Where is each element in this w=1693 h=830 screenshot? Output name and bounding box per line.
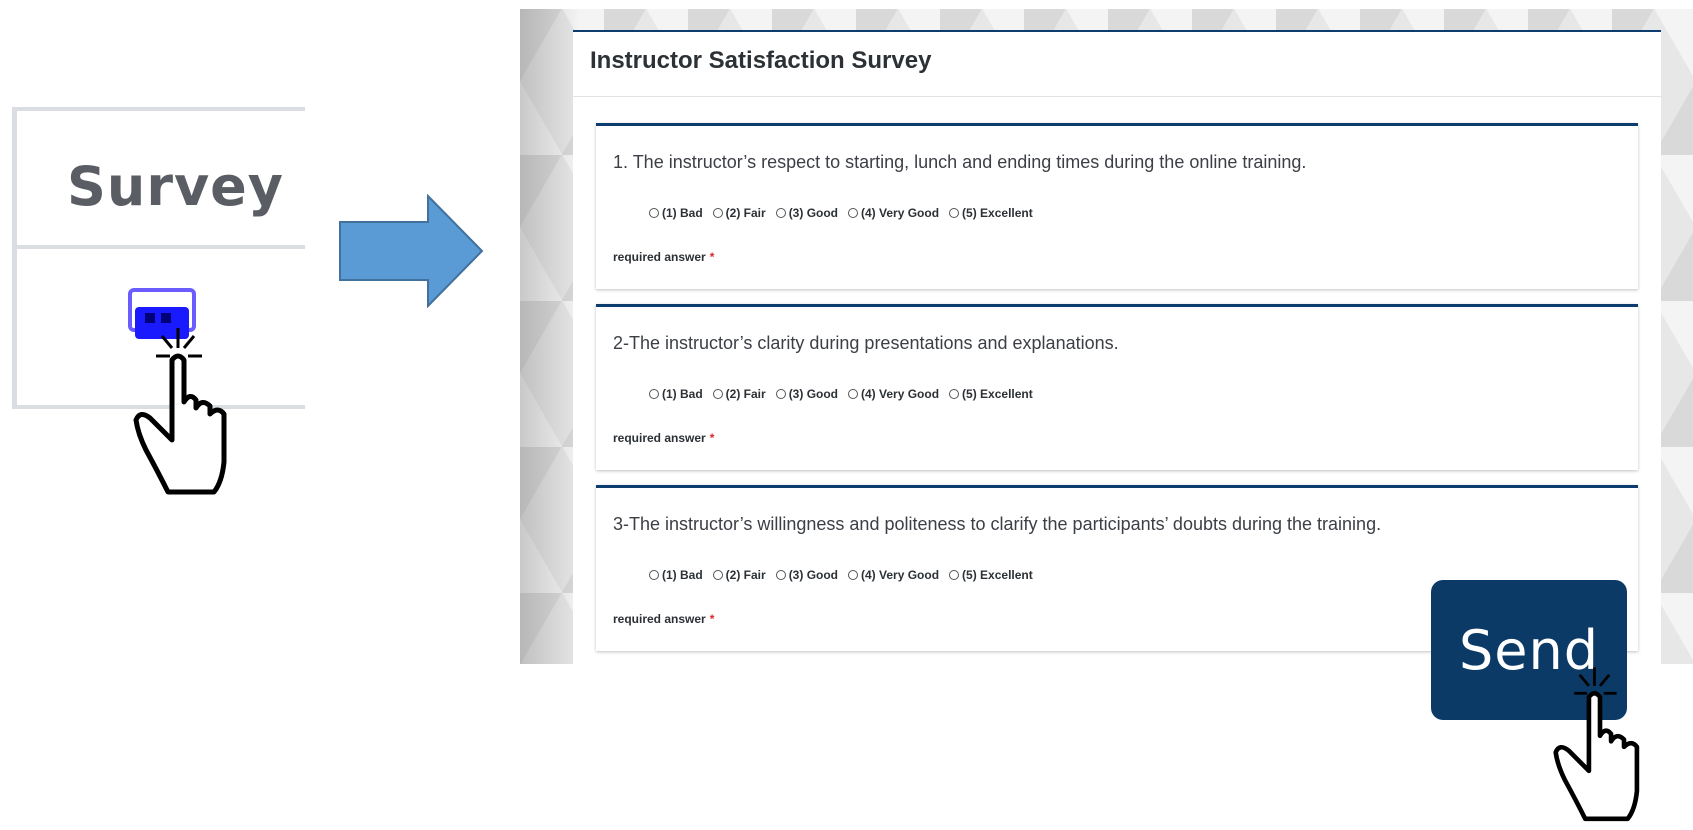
option-label: (4) Very Good [861,568,940,582]
radio-button[interactable] [848,570,859,580]
radio-button[interactable] [848,389,859,399]
rating-option[interactable]: (5) Excellent [949,568,1033,582]
rating-option[interactable]: (4) Very Good [848,387,939,401]
survey-panel: Instructor Satisfaction Survey 1. The in… [573,30,1661,664]
option-label: (1) Bad [662,387,703,401]
option-label: (2) Fair [725,387,766,401]
radio-button[interactable] [848,208,859,218]
rating-option[interactable]: (1) Bad [649,206,703,220]
rating-option[interactable]: (1) Bad [649,387,703,401]
question-card: 2-The instructor’s clarity during presen… [596,304,1638,470]
cell-middle-border [17,245,305,249]
radio-button[interactable] [649,208,659,218]
option-label: (5) Excellent [962,387,1033,401]
required-note: required answer * [613,250,714,264]
rating-option[interactable]: (2) Fair [712,387,766,401]
option-label: (4) Very Good [861,206,940,220]
option-label: (3) Good [788,206,839,220]
survey-title: Instructor Satisfaction Survey [590,47,932,74]
radio-button[interactable] [649,389,659,399]
radio-button[interactable] [775,570,786,580]
option-label: (1) Bad [662,568,703,582]
required-star: * [709,250,715,264]
required-label: required answer [613,431,706,445]
radio-button[interactable] [775,389,786,399]
question-text: 1. The instructor’s respect to starting,… [613,152,1307,172]
question-card: 1. The instructor’s respect to starting,… [596,123,1638,289]
option-label: (2) Fair [725,206,766,220]
rating-option[interactable]: (5) Excellent [949,206,1033,220]
survey-column-header: Survey [67,155,284,218]
rating-option[interactable]: (2) Fair [712,206,766,220]
rating-options: (1) Bad (2) Fair (3) Good (4) Very Good … [649,387,1033,401]
radio-button[interactable] [712,389,723,399]
rating-option[interactable]: (2) Fair [712,568,766,582]
question-text: 3-The instructor’s willingness and polit… [613,514,1382,534]
rating-option[interactable]: (4) Very Good [848,206,939,220]
option-label: (5) Excellent [962,206,1033,220]
pointer-hand-icon [133,328,227,495]
rating-option[interactable]: (4) Very Good [848,568,939,582]
option-label: (2) Fair [725,568,766,582]
rating-option[interactable]: (5) Excellent [949,387,1033,401]
pointer-hand-icon [1553,667,1640,822]
option-label: (1) Bad [662,206,703,220]
rating-options: (1) Bad (2) Fair (3) Good (4) Very Good … [649,568,1033,582]
option-label: (5) Excellent [962,568,1033,582]
option-label: (3) Good [788,387,839,401]
right-arrow-icon [339,194,484,308]
required-note: required answer * [613,431,714,445]
radio-button[interactable] [949,389,960,399]
required-label: required answer [613,250,706,264]
rating-option[interactable]: (3) Good [775,206,839,220]
radio-button[interactable] [775,208,786,218]
question-text: 2-The instructor’s clarity during presen… [613,333,1119,353]
rating-options: (1) Bad (2) Fair (3) Good (4) Very Good … [649,206,1033,220]
cell-top-border [17,107,305,111]
required-star: * [709,431,715,445]
radio-button[interactable] [712,570,723,580]
rating-option[interactable]: (3) Good [775,387,839,401]
option-label: (4) Very Good [861,387,940,401]
rating-option[interactable]: (3) Good [775,568,839,582]
rating-option[interactable]: (1) Bad [649,568,703,582]
required-star: * [709,612,715,626]
zoomed-survey-cell: Survey [12,107,305,495]
required-label: required answer [613,612,706,626]
radio-button[interactable] [712,208,723,218]
survey-screenshot: Instructor Satisfaction Survey 1. The in… [520,9,1693,664]
option-label: (3) Good [788,568,839,582]
radio-button[interactable] [949,208,960,218]
radio-button[interactable] [949,570,960,580]
title-divider [573,96,1661,97]
radio-button[interactable] [649,570,659,580]
required-note: required answer * [613,612,714,626]
